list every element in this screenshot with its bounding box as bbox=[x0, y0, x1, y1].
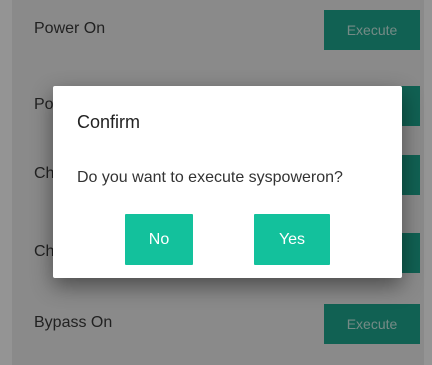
screen: Power On Execute Power Off Execute Ch Ex… bbox=[0, 0, 432, 365]
no-button[interactable]: No bbox=[125, 214, 193, 265]
dialog-title: Confirm bbox=[77, 112, 141, 132]
yes-button[interactable]: Yes bbox=[254, 214, 330, 265]
dialog-message: Do you want to execute syspoweron? bbox=[77, 169, 343, 186]
confirm-dialog: Confirm Do you want to execute syspowero… bbox=[53, 86, 402, 278]
